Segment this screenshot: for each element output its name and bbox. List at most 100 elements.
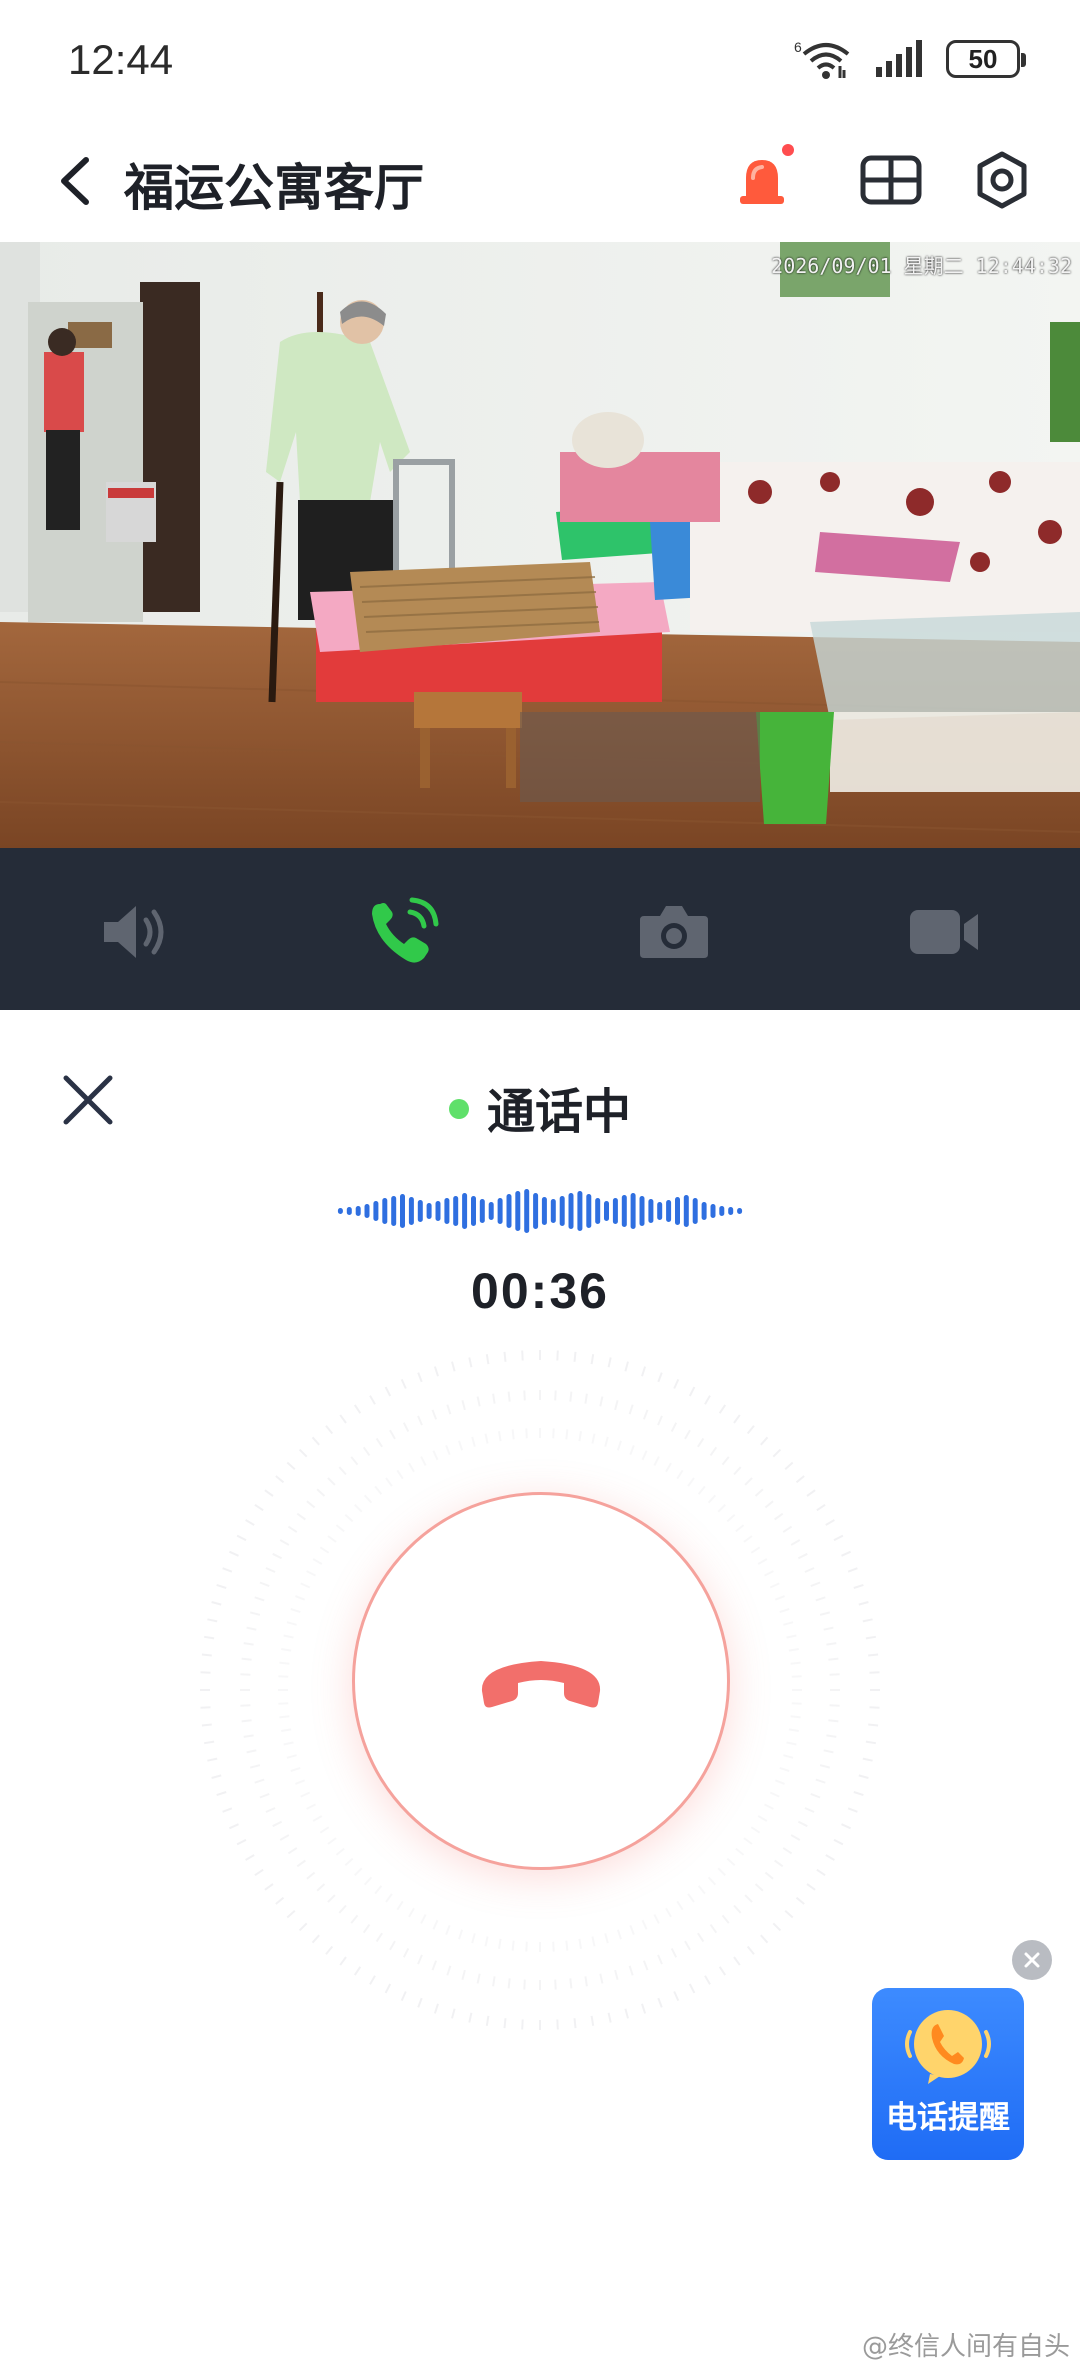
- signal-icon: [876, 40, 922, 77]
- ring-tick: [281, 1648, 292, 1652]
- ring-tick: [311, 1934, 320, 1944]
- ring-tick: [204, 1740, 215, 1745]
- ring-tick: [709, 1924, 718, 1934]
- ring-tick: [207, 1757, 218, 1762]
- back-arrow-icon[interactable]: [50, 146, 106, 216]
- ring-tick: [707, 1494, 717, 1504]
- ring-tick: [521, 1350, 524, 1361]
- ring-tick: [335, 1524, 345, 1533]
- ring-tick: [338, 1904, 347, 1914]
- ring-tick: [384, 1983, 392, 1994]
- ring-tick: [311, 1436, 320, 1446]
- ring-tick: [228, 1550, 239, 1557]
- ring-tick: [300, 1582, 311, 1589]
- waveform-bar: [524, 1189, 530, 1233]
- ring-tick: [628, 1404, 634, 1415]
- ring-tick: [641, 1919, 648, 1930]
- ad-close-button[interactable]: [1012, 1940, 1052, 1980]
- ring-tick: [614, 1399, 619, 1411]
- ring-tick: [697, 1485, 706, 1495]
- ring-tick: [590, 2015, 595, 2026]
- ring-tick: [385, 1477, 393, 1487]
- ring-tick: [573, 1351, 577, 1362]
- phone-call-icon[interactable]: [366, 896, 442, 968]
- ring-tick: [718, 1966, 727, 1976]
- waveform-bar: [692, 1198, 698, 1224]
- ring-tick: [552, 1941, 555, 1952]
- ring-tick: [275, 1475, 285, 1484]
- camera-icon[interactable]: [636, 896, 712, 968]
- ring-tick: [211, 1774, 222, 1779]
- ring-tick: [783, 1754, 794, 1759]
- ring-tick: [316, 1488, 326, 1497]
- ring-tick: [862, 1618, 873, 1623]
- ring-tick: [733, 1414, 741, 1424]
- ring-tick: [772, 1922, 782, 1932]
- ring-tick: [525, 1941, 528, 1952]
- ring-tick: [216, 1791, 227, 1797]
- ring-tick: [806, 1489, 816, 1497]
- ring-tick: [816, 1868, 826, 1877]
- alarm-button[interactable]: [726, 144, 798, 216]
- ring-tick: [468, 2012, 473, 2023]
- ring-tick: [523, 1390, 526, 1401]
- settings-icon[interactable]: [966, 144, 1038, 216]
- ring-tick: [764, 1803, 774, 1810]
- ring-tick: [325, 1945, 334, 1955]
- hangup-button[interactable]: [352, 1492, 730, 1870]
- ring-tick: [804, 1807, 815, 1813]
- ring-tick: [676, 1900, 684, 1911]
- waveform-bar: [444, 1198, 450, 1224]
- ring-tick: [446, 1404, 452, 1415]
- ring-tick: [825, 1854, 835, 1861]
- waveform-bar: [630, 1193, 636, 1229]
- ring-tick: [286, 1910, 296, 1919]
- ring-tick: [614, 1969, 619, 1981]
- ring-tick: [746, 1945, 755, 1955]
- ring-tick: [673, 1378, 680, 1389]
- ring-tick: [451, 1361, 456, 1372]
- ring-tick: [769, 1582, 780, 1589]
- ring-tick: [788, 1648, 799, 1652]
- ring-tick: [458, 1929, 464, 1940]
- ring-tick: [408, 1462, 415, 1473]
- ring-tick: [688, 1386, 696, 1397]
- ring-tick: [819, 1764, 831, 1769]
- ring-tick: [816, 1503, 826, 1512]
- ring-tick: [552, 1428, 555, 1439]
- ring-tick: [222, 1567, 233, 1573]
- ring-tick: [246, 1626, 257, 1631]
- ring-tick: [468, 1357, 473, 1368]
- ring-tick: [362, 1924, 371, 1934]
- ring-tick: [385, 1893, 393, 1903]
- ring-tick: [339, 1414, 347, 1424]
- phone-reminder-card[interactable]: 电话提醒: [872, 1988, 1024, 2160]
- waveform-bar: [586, 1194, 592, 1228]
- ring-tick: [657, 1372, 663, 1383]
- grid-layout-icon[interactable]: [855, 144, 927, 216]
- waveform-bar: [400, 1194, 405, 1228]
- ring-tick: [484, 1936, 489, 1947]
- ring-tick: [259, 1581, 270, 1588]
- video-record-icon[interactable]: [906, 896, 982, 968]
- ring-tick: [319, 1546, 330, 1554]
- ring-tick: [498, 1431, 502, 1442]
- waveform-bar: [364, 1204, 370, 1218]
- waveform-bar: [648, 1199, 654, 1223]
- ring-tick: [841, 1550, 852, 1557]
- camera-feed[interactable]: 2026/09/01 星期二 12:44:32: [0, 242, 1080, 848]
- speaker-icon[interactable]: [98, 896, 174, 968]
- ring-tick: [362, 1446, 371, 1456]
- ring-tick: [774, 1512, 784, 1521]
- waveform-bar: [639, 1196, 645, 1226]
- ring-tick: [604, 1436, 609, 1447]
- ring-tick: [353, 1867, 363, 1877]
- ring-tick: [760, 1436, 769, 1446]
- ring-tick: [296, 1859, 306, 1868]
- battery-indicator: 50: [946, 40, 1026, 78]
- ring-tick: [417, 1954, 423, 1965]
- ring-tick: [591, 1433, 596, 1444]
- waveform-bar: [701, 1202, 707, 1220]
- ring-tick: [200, 1671, 211, 1674]
- ring-tick: [306, 1803, 316, 1810]
